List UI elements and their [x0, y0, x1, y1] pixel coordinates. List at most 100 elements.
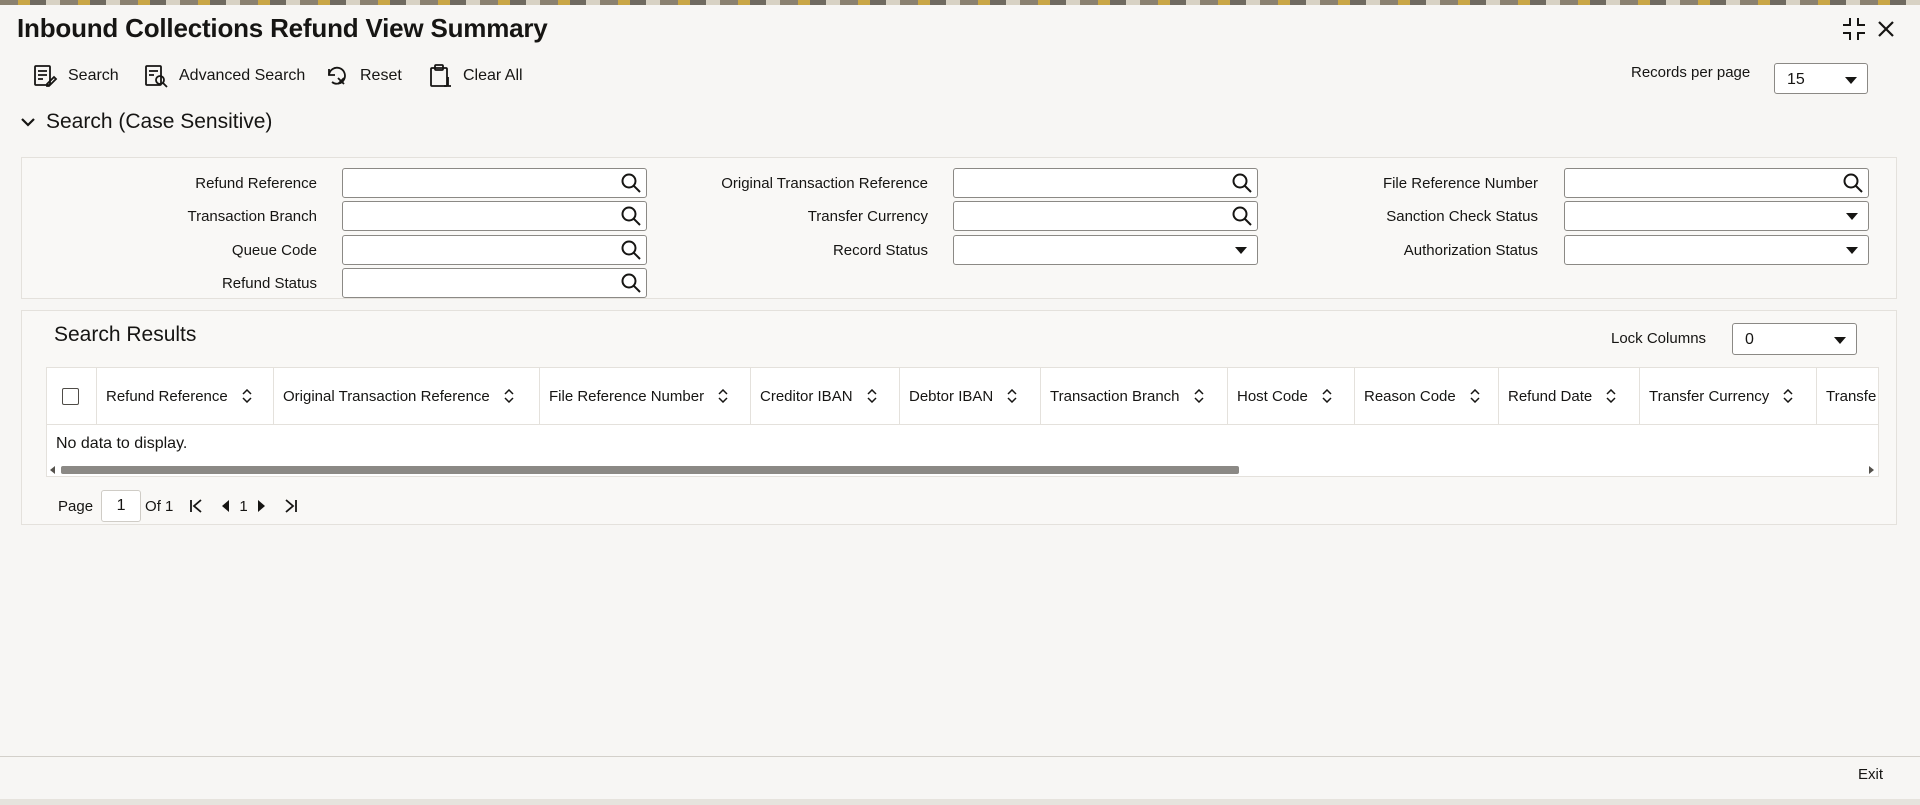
search-section-title: Search (Case Sensitive): [46, 110, 273, 133]
empty-table-message: No data to display.: [56, 435, 188, 452]
clipboard-icon: [430, 64, 451, 87]
records-per-page-value: 15: [1787, 71, 1805, 88]
search-icon[interactable]: [1842, 172, 1864, 194]
current-page-number: 1: [239, 497, 248, 515]
column-header[interactable]: Refund Date: [1499, 368, 1640, 424]
search-list-icon: [34, 65, 58, 87]
refund-status-input[interactable]: [342, 268, 647, 298]
chevron-down-icon: [1834, 337, 1846, 344]
last-page-icon[interactable]: [280, 495, 302, 517]
sort-icon[interactable]: [1783, 389, 1793, 403]
column-header[interactable]: File Reference Number: [540, 368, 751, 424]
sanction-check-status-select[interactable]: [1564, 201, 1869, 231]
queue-code-input[interactable]: [342, 235, 647, 265]
footer-divider: [0, 756, 1920, 757]
footer-strip: [0, 799, 1920, 805]
file-reference-number-input[interactable]: [1564, 168, 1869, 198]
search-results-title: Search Results: [54, 323, 197, 346]
title-bar: Inbound Collections Refund View Summary: [0, 5, 1920, 51]
records-per-page-label: Records per page: [1631, 64, 1751, 81]
authorization-status-select[interactable]: [1564, 235, 1869, 265]
column-header[interactable]: Reason Code: [1355, 368, 1499, 424]
reset-button-label: Reset: [360, 67, 402, 84]
sort-icon[interactable]: [242, 389, 252, 403]
chevron-down-icon: [1846, 247, 1858, 254]
chevron-down-icon: [1846, 213, 1858, 220]
column-header[interactable]: Transfe: [1817, 368, 1878, 424]
horizontal-scrollbar[interactable]: [47, 464, 1878, 476]
search-icon[interactable]: [620, 205, 642, 227]
column-header[interactable]: Refund Reference: [97, 368, 274, 424]
sort-icon[interactable]: [1470, 389, 1480, 403]
search-icon[interactable]: [620, 239, 642, 261]
column-header[interactable]: Transaction Branch: [1041, 368, 1228, 424]
column-header[interactable]: Debtor IBAN: [900, 368, 1041, 424]
authorization-status-label: Authorization Status: [1403, 242, 1538, 259]
sort-icon[interactable]: [1193, 389, 1204, 403]
search-button-label: Search: [68, 67, 119, 84]
record-status-select[interactable]: [953, 235, 1258, 265]
clear-all-button-label: Clear All: [463, 67, 523, 84]
records-per-page-select[interactable]: 15: [1774, 63, 1868, 94]
pagination: Page 1 Of 1 1: [58, 490, 302, 522]
chevron-down-icon: [21, 118, 35, 127]
scroll-left-icon[interactable]: [50, 466, 55, 474]
search-section-toggle[interactable]: Search (Case Sensitive): [20, 110, 272, 134]
minimize-icon[interactable]: [1840, 15, 1868, 43]
first-page-icon[interactable]: [185, 495, 207, 517]
column-header[interactable]: Host Code: [1228, 368, 1355, 424]
sort-icon[interactable]: [504, 389, 514, 403]
search-icon[interactable]: [1231, 205, 1253, 227]
transfer-currency-input[interactable]: [953, 201, 1258, 231]
clear-all-button[interactable]: Clear All: [427, 62, 523, 90]
reset-icon: [328, 66, 346, 85]
search-button[interactable]: Search: [32, 62, 119, 90]
table-header: Refund Reference Original Transaction Re…: [47, 368, 1878, 425]
page-number-input[interactable]: 1: [101, 490, 142, 522]
column-header[interactable]: Original Transaction Reference: [274, 368, 540, 424]
search-icon[interactable]: [620, 272, 642, 294]
sort-icon[interactable]: [867, 389, 877, 403]
refund-reference-label: Refund Reference: [195, 175, 317, 192]
sort-icon[interactable]: [1606, 389, 1616, 403]
page-title: Inbound Collections Refund View Summary: [17, 13, 548, 43]
exit-button[interactable]: Exit: [1858, 766, 1883, 783]
chevron-down-icon: [1235, 247, 1247, 254]
scroll-right-icon[interactable]: [1869, 466, 1874, 474]
search-icon[interactable]: [620, 172, 642, 194]
scrollbar-thumb[interactable]: [61, 466, 1239, 474]
next-page-icon[interactable]: [250, 495, 272, 517]
transfer-currency-label: Transfer Currency: [807, 208, 928, 225]
sanction-check-status-label: Sanction Check Status: [1386, 208, 1538, 225]
page-label: Page: [58, 497, 94, 515]
column-header[interactable]: Transfer Currency: [1640, 368, 1817, 424]
lock-columns-select[interactable]: 0: [1732, 323, 1857, 355]
advanced-search-button[interactable]: Advanced Search: [143, 62, 305, 90]
sort-icon[interactable]: [1007, 389, 1017, 403]
sort-icon[interactable]: [1322, 389, 1332, 403]
refund-status-label: Refund Status: [221, 275, 317, 292]
previous-page-icon[interactable]: [215, 495, 237, 517]
transaction-branch-input[interactable]: [342, 201, 647, 231]
original-transaction-reference-label: Original Transaction Reference: [721, 175, 928, 192]
transaction-branch-label: Transaction Branch: [187, 208, 317, 225]
queue-code-label: Queue Code: [231, 242, 317, 259]
advanced-search-icon: [145, 65, 168, 88]
file-reference-number-label: File Reference Number: [1382, 175, 1538, 192]
lock-columns-label: Lock Columns: [1611, 330, 1707, 347]
column-header[interactable]: Creditor IBAN: [751, 368, 900, 424]
results-table: Refund Reference Original Transaction Re…: [46, 367, 1879, 477]
page-count-label: Of 1: [145, 497, 174, 515]
reset-button[interactable]: Reset: [324, 62, 402, 90]
original-transaction-reference-input[interactable]: [953, 168, 1258, 198]
lock-columns-value: 0: [1745, 331, 1754, 348]
advanced-search-button-label: Advanced Search: [179, 67, 306, 84]
sort-icon[interactable]: [718, 389, 728, 403]
refund-reference-input[interactable]: [342, 168, 647, 198]
search-icon[interactable]: [1231, 172, 1253, 194]
chevron-down-icon: [1845, 77, 1857, 84]
close-icon[interactable]: [1872, 15, 1900, 43]
select-all-column: [47, 368, 97, 424]
select-all-checkbox[interactable]: [62, 388, 79, 405]
record-status-label: Record Status: [832, 242, 928, 259]
